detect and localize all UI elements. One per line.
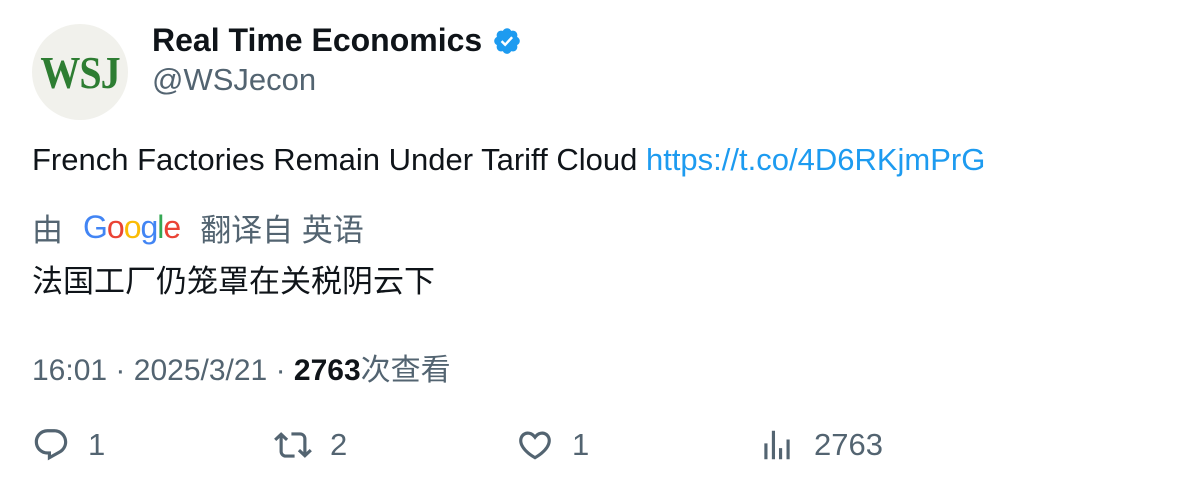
tweet-time[interactable]: 16:01 — [32, 354, 107, 387]
tweet-link[interactable]: https://t.co/4D6RKjmPrG — [646, 142, 985, 177]
reply-button[interactable]: 1 — [32, 426, 105, 464]
views-label: 次查看 — [360, 354, 451, 387]
translation-suffix: 翻译自 英语 — [200, 213, 364, 248]
action-bar: 1 2 1 2763 — [32, 426, 932, 480]
avatar-logo-text: WSJ — [40, 46, 120, 98]
translated-text: 法国工厂仍笼罩在关税阴云下 — [32, 264, 435, 299]
views-button[interactable]: 2763 — [758, 426, 883, 464]
analytics-icon — [764, 430, 790, 460]
meta-separator: · — [275, 354, 286, 387]
meta-separator: · — [115, 354, 126, 387]
tweet-body: French Factories Remain Under Tariff Clo… — [32, 142, 638, 177]
heart-icon — [519, 431, 551, 460]
reply-icon — [34, 429, 68, 461]
author-name-row: Real Time Economics — [152, 22, 522, 59]
like-button[interactable]: 1 — [516, 426, 589, 464]
views-count-action: 2763 — [814, 427, 883, 462]
verified-badge-icon — [492, 26, 522, 56]
retweet-count: 2 — [330, 427, 348, 462]
retweet-button[interactable]: 2 — [274, 426, 347, 464]
translation-prefix: 由 — [32, 213, 63, 248]
translation-attribution: 由 Google 翻译自 英语 — [32, 205, 364, 250]
google-logo-icon: Google — [83, 209, 181, 245]
tweet-meta: 16:01 · 2025/3/21 · 2763次查看 — [32, 345, 451, 389]
tweet-text: French Factories Remain Under Tariff Clo… — [32, 142, 985, 178]
like-count: 1 — [572, 427, 590, 462]
views-count: 2763 — [293, 354, 361, 387]
avatar[interactable]: WSJ — [32, 24, 128, 120]
display-name[interactable]: Real Time Economics — [152, 22, 482, 59]
tweet-date[interactable]: 2025/3/21 — [134, 354, 267, 387]
retweet-icon — [274, 432, 312, 458]
author-handle[interactable]: @WSJecon — [152, 62, 316, 98]
reply-count: 1 — [88, 427, 106, 462]
